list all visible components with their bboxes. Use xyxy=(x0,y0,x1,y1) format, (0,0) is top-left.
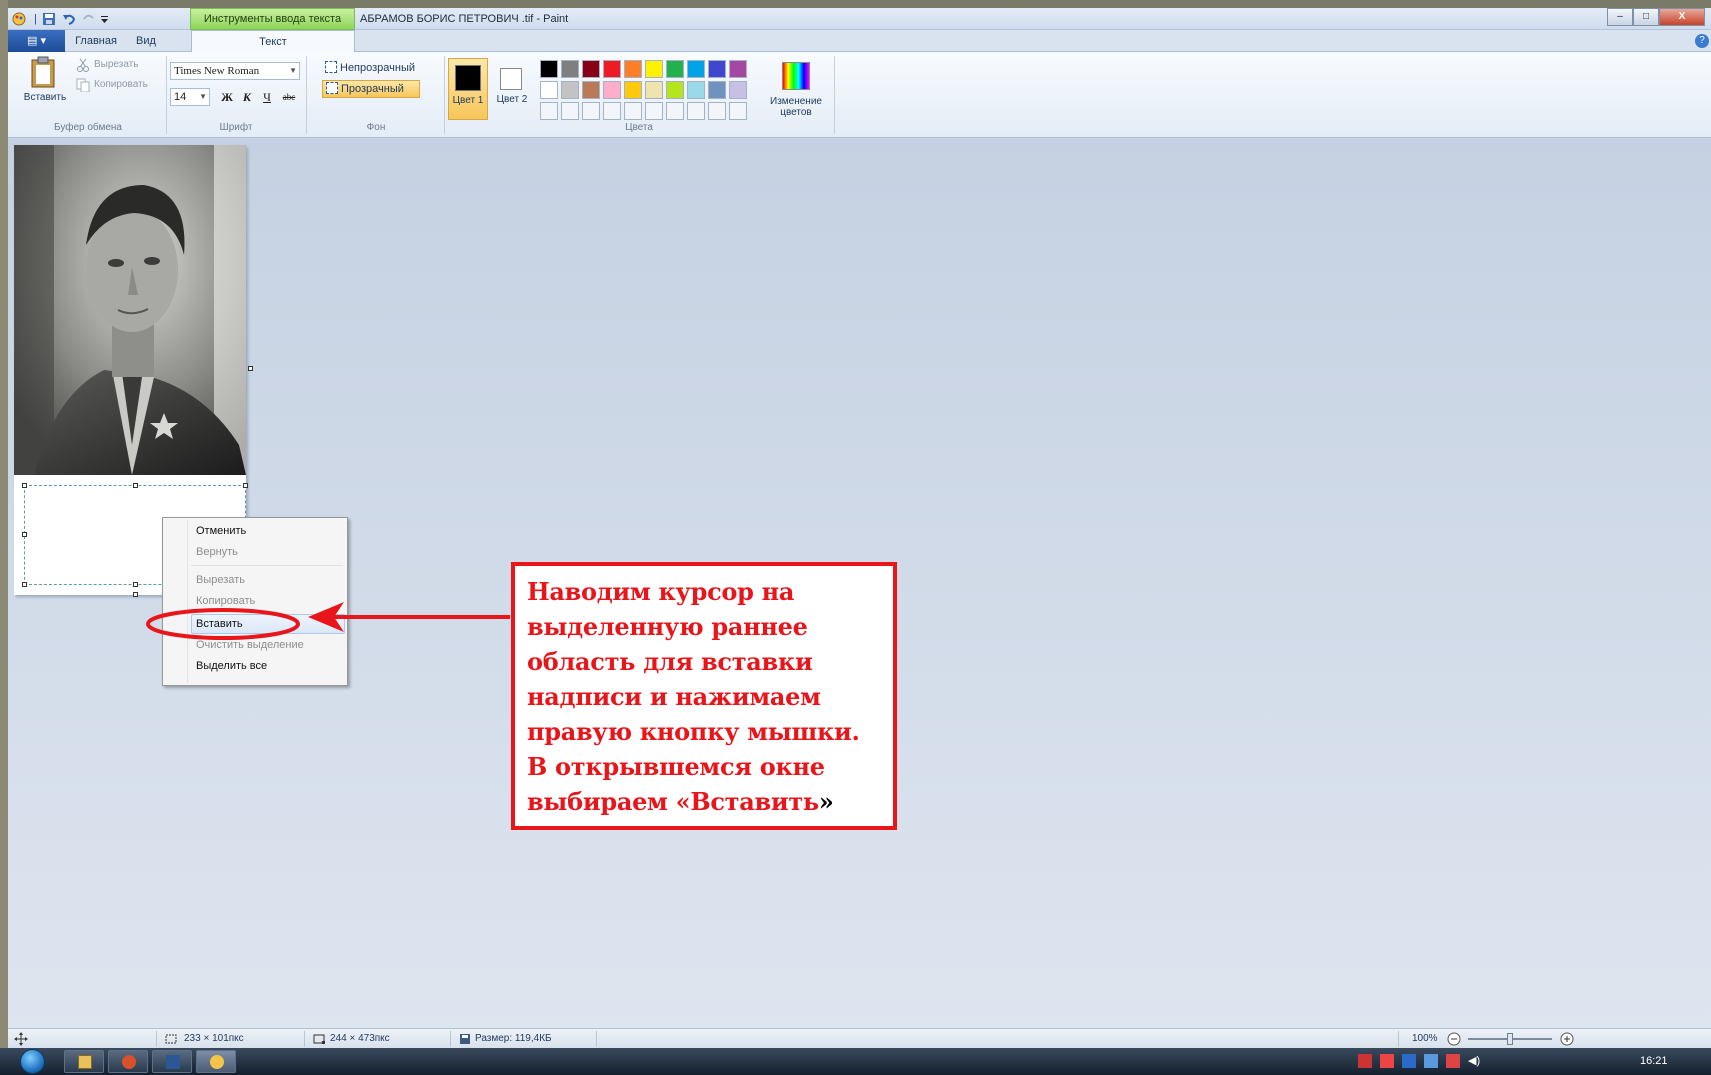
zoom-slider-thumb[interactable] xyxy=(1507,1033,1513,1045)
instruction-callout: Наводим курсор на выделенную раннее обла… xyxy=(511,562,897,830)
status-separator xyxy=(1398,1031,1399,1047)
paint-window: | Инструменты ввода текста АБРАМОВ БОРИС… xyxy=(8,8,1711,1048)
status-separator xyxy=(156,1031,157,1047)
zoom-out-icon[interactable] xyxy=(1446,1029,1462,1048)
desktop-edge xyxy=(0,0,8,1075)
selection-size: 233 × 101пкс xyxy=(184,1033,244,1044)
volume-icon[interactable]: ◀) xyxy=(1468,1054,1482,1068)
windows-orb-icon xyxy=(20,1049,45,1074)
folder-icon xyxy=(78,1055,92,1069)
start-button[interactable] xyxy=(16,1048,50,1075)
image-size-icon xyxy=(312,1029,326,1048)
zoom-in-icon[interactable] xyxy=(1559,1029,1575,1048)
disk-icon xyxy=(458,1029,472,1048)
selection-size-icon xyxy=(164,1029,178,1048)
callout-body: Наводим курсор на выделенную раннее обла… xyxy=(527,577,860,816)
status-separator xyxy=(596,1031,597,1047)
taskbar: ◀) 16:21 xyxy=(0,1048,1711,1075)
taskbar-presentation[interactable] xyxy=(108,1050,148,1073)
tray-app-icon[interactable] xyxy=(1402,1054,1416,1068)
file-size: Размер: 119,4КБ xyxy=(475,1033,552,1044)
callout-text: Наводим курсор на выделенную раннее обла… xyxy=(527,574,881,819)
move-cursor-icon xyxy=(14,1029,28,1048)
callout-close-quote: » xyxy=(818,787,834,816)
tray-pdf-icon[interactable] xyxy=(1358,1054,1372,1068)
tray-flag-icon[interactable] xyxy=(1380,1054,1394,1068)
tray-monitor-icon[interactable] xyxy=(1446,1054,1460,1068)
clock[interactable]: 16:21 xyxy=(1640,1048,1668,1075)
status-separator xyxy=(304,1031,305,1047)
status-separator xyxy=(450,1031,451,1047)
zoom-level: 100% xyxy=(1412,1033,1438,1044)
taskbar-paint[interactable] xyxy=(196,1050,236,1073)
tray-network-icon[interactable] xyxy=(1424,1054,1438,1068)
highlight-ellipse xyxy=(146,608,300,640)
annotation-overlay xyxy=(146,602,510,640)
presentation-icon xyxy=(122,1055,136,1069)
word-icon xyxy=(166,1055,180,1069)
taskbar-explorer[interactable] xyxy=(64,1050,104,1073)
status-bar: 233 × 101пкс 244 × 473пкс Размер: 119,4К… xyxy=(8,1028,1711,1048)
taskbar-word[interactable] xyxy=(152,1050,192,1073)
paint-icon xyxy=(210,1055,224,1069)
image-size: 244 × 473пкс xyxy=(330,1033,390,1044)
